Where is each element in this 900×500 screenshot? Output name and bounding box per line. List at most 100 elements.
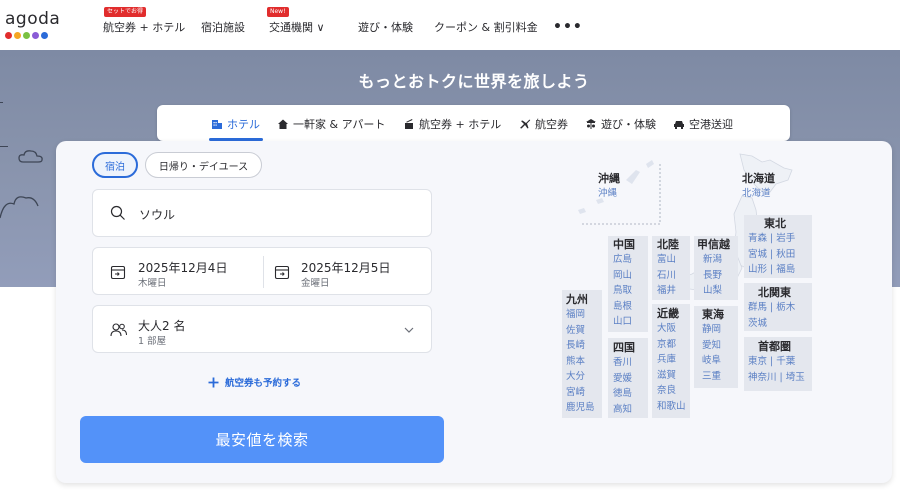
pref[interactable]: 滋賀	[657, 368, 686, 384]
pref[interactable]: 富山	[657, 252, 679, 268]
logo-dot	[32, 32, 39, 39]
car-icon	[674, 121, 684, 129]
stay-type-dayuse[interactable]: 日帰り・デイユース	[145, 152, 262, 178]
tab-airport-transfer[interactable]: 空港送迎	[673, 116, 733, 132]
pref-okinawa[interactable]: 沖縄	[598, 186, 620, 202]
region-hokuriku[interactable]: 北陸 富山 石川 福井	[657, 238, 679, 299]
more-menu-icon[interactable]: •••	[553, 19, 583, 35]
tab-label: 遊び・体験	[601, 118, 656, 131]
chevron-down-icon[interactable]	[404, 327, 414, 334]
destination-field[interactable]: ソウル	[92, 189, 432, 237]
region-okinawa[interactable]: 沖縄 沖縄	[598, 172, 620, 202]
flight-hotel-icon	[405, 119, 413, 129]
house-icon	[278, 119, 288, 129]
nav-item-transport[interactable]: 交通機関 ∨	[269, 19, 325, 35]
pref[interactable]: 熊本	[566, 354, 595, 370]
nav-item-flight-hotel[interactable]: 航空券 + ホテル	[103, 19, 185, 35]
pref[interactable]: 愛知	[702, 338, 724, 354]
pref[interactable]: 愛媛	[613, 371, 635, 387]
pref[interactable]: 岡山	[613, 268, 635, 284]
pref[interactable]: 高知	[613, 402, 635, 418]
pref[interactable]: 山梨	[697, 283, 730, 299]
guests-count: 大人2 名	[138, 319, 186, 333]
nav-item-accommodation[interactable]: 宿泊施設	[201, 19, 245, 35]
checkout-weekday: 金曜日	[301, 278, 330, 289]
pref[interactable]: 岐阜	[702, 353, 724, 369]
pref[interactable]: 和歌山	[657, 399, 686, 415]
tab-label: ホテル	[227, 118, 260, 131]
date-field: 2025年12月4日 木曜日 2025年12月5日 金曜日	[92, 247, 432, 295]
pref-row[interactable]: 山形 | 福島	[748, 262, 795, 278]
cloud-icon	[18, 150, 43, 163]
logo-dots	[5, 32, 48, 39]
pref[interactable]: 宮崎	[566, 385, 595, 401]
pref-row[interactable]: 東京 | 千葉	[748, 354, 805, 370]
region-kinki[interactable]: 近畿 大阪 京都 兵庫 滋賀 奈良 和歌山	[657, 307, 686, 414]
pref[interactable]: 佐賀	[566, 323, 595, 339]
pref[interactable]: 鳥取	[613, 283, 635, 299]
tab-label: 一軒家 & アパート	[293, 118, 386, 131]
guests-icon	[110, 323, 127, 337]
pref-row[interactable]: 宮城 | 秋田	[748, 247, 795, 263]
pref[interactable]: 広島	[613, 252, 635, 268]
pref-row[interactable]: 神奈川 | 埼玉	[748, 370, 805, 386]
add-flight-link[interactable]: 航空券も予約する	[208, 375, 301, 389]
pref[interactable]: 京都	[657, 337, 686, 353]
hero-decor-line	[0, 102, 3, 103]
search-button[interactable]: 最安値を検索	[80, 416, 444, 463]
pref[interactable]: 福岡	[566, 307, 595, 323]
region-tohoku[interactable]: 東北 青森 | 岩手 宮城 | 秋田 山形 | 福島	[748, 217, 795, 278]
pref[interactable]: 奈良	[657, 383, 686, 399]
pref[interactable]: 新潟	[697, 252, 730, 268]
pref-row[interactable]: 茨城	[748, 316, 795, 332]
region-kitakanto[interactable]: 北関東 群馬 | 栃木 茨城	[748, 286, 795, 331]
tab-activities[interactable]: 遊び・体験	[585, 116, 656, 132]
destination-input[interactable]: ソウル	[139, 206, 175, 223]
pref[interactable]: 長野	[697, 268, 730, 284]
region-title: 東北	[764, 217, 786, 230]
pref[interactable]: 静岡	[702, 322, 724, 338]
checkout-field[interactable]: 2025年12月5日 金曜日	[264, 248, 433, 296]
tab-hotel[interactable]: ホテル	[211, 116, 260, 132]
tab-flights[interactable]: 航空券	[519, 116, 568, 132]
tab-house-apartment[interactable]: 一軒家 & アパート	[277, 116, 385, 132]
pref[interactable]: 兵庫	[657, 352, 686, 368]
pref[interactable]: 福井	[657, 283, 679, 299]
pref[interactable]: 長崎	[566, 338, 595, 354]
region-title: 北海道	[742, 172, 775, 185]
region-kyushu[interactable]: 九州 福岡 佐賀 長崎 熊本 大分 宮崎 鹿児島	[566, 293, 595, 416]
logo[interactable]: agoda	[5, 9, 60, 29]
activity-icon	[586, 119, 596, 129]
stay-type-overnight[interactable]: 宿泊	[92, 152, 138, 178]
hero-decor-line	[0, 146, 8, 147]
pref[interactable]: 鹿児島	[566, 400, 595, 416]
nav-item-coupons[interactable]: クーポン & 割引料金	[434, 19, 538, 35]
pref[interactable]: 徳島	[613, 386, 635, 402]
pref-row[interactable]: 青森 | 岩手	[748, 231, 795, 247]
rooms-count: 1 部屋	[138, 336, 167, 347]
pref[interactable]: 島根	[613, 299, 635, 315]
pref[interactable]: 大阪	[657, 321, 686, 337]
region-title: 沖縄	[598, 172, 620, 185]
hotel-icon	[212, 120, 222, 129]
nav-item-activities[interactable]: 遊び・体験	[358, 19, 413, 35]
plus-icon	[208, 377, 219, 387]
region-shutoken[interactable]: 首都圏 東京 | 千葉 神奈川 | 埼玉	[748, 340, 805, 385]
guests-field[interactable]: 大人2 名 1 部屋	[92, 305, 432, 353]
pref[interactable]: 山口	[613, 314, 635, 330]
tab-flight-hotel[interactable]: 航空券 + ホテル	[403, 116, 501, 132]
region-tokai[interactable]: 東海 静岡 愛知 岐阜 三重	[702, 308, 724, 384]
cloud-icon	[0, 196, 39, 219]
pref[interactable]: 石川	[657, 268, 679, 284]
region-shikoku[interactable]: 四国 香川 愛媛 徳島 高知	[613, 341, 635, 417]
region-chugoku[interactable]: 中国 広島 岡山 鳥取 島根 山口	[613, 238, 635, 330]
region-hokkaido[interactable]: 北海道 北海道	[742, 172, 775, 202]
pref[interactable]: 三重	[702, 369, 724, 385]
pref-row[interactable]: 群馬 | 栃木	[748, 300, 795, 316]
region-koshinetsu[interactable]: 甲信越 新潟 長野 山梨	[697, 238, 730, 299]
pref-hokkaido[interactable]: 北海道	[742, 186, 775, 202]
checkin-field[interactable]: 2025年12月4日 木曜日	[93, 248, 263, 296]
region-title: 北関東	[758, 286, 791, 299]
pref[interactable]: 香川	[613, 355, 635, 371]
pref[interactable]: 大分	[566, 369, 595, 385]
